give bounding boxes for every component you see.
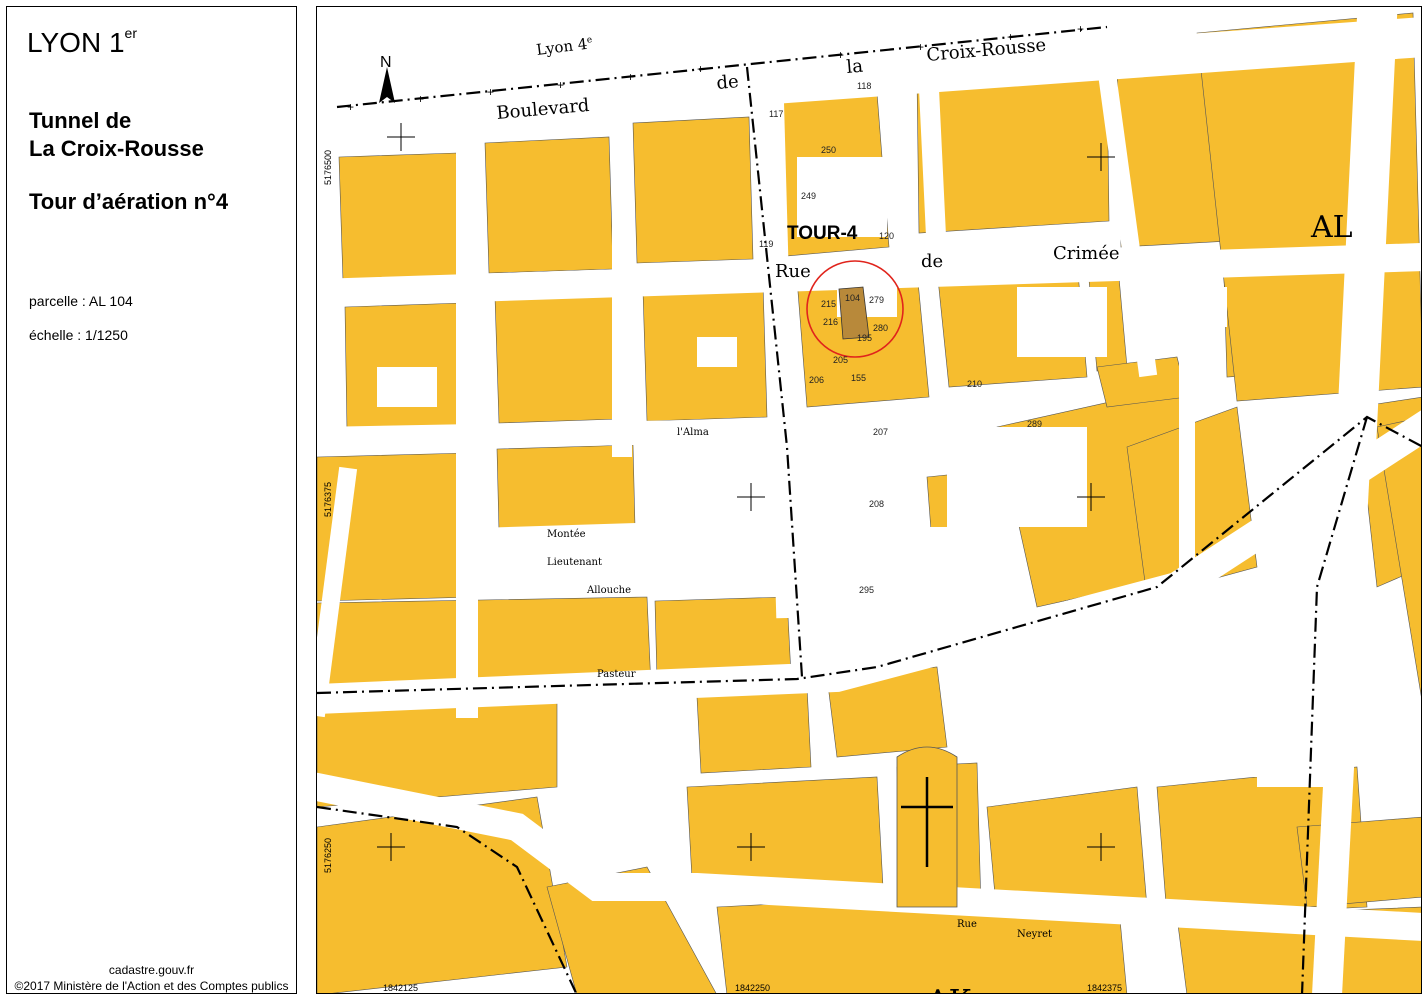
grid-label-x3: 1842375: [1087, 983, 1122, 993]
street-label-allouche: Allouche: [586, 585, 631, 596]
grid-label-x1: 1842125: [383, 983, 418, 993]
copyright-credit: ©2017 Ministère de l'Action et des Compt…: [14, 979, 289, 993]
street-label-pasteur: Pasteur: [597, 669, 636, 680]
parcel-number-195: 195: [857, 333, 872, 343]
parcel-number-119: 119: [759, 239, 773, 249]
city-title: LYON 1er: [27, 25, 137, 58]
parcel-number-289: 289: [1027, 419, 1042, 429]
grid-label-y2: 5176375: [323, 482, 333, 517]
svg-text:+: +: [487, 85, 494, 99]
svg-text:+: +: [697, 62, 704, 76]
parcel-info: parcelle : AL 104: [29, 293, 133, 309]
street-label-crimee: Crimée: [1053, 243, 1120, 264]
street-label-rue: Rue: [775, 261, 811, 282]
grid-label-y3: 5176250: [323, 838, 333, 873]
scale-info: échelle : 1/1250: [29, 327, 128, 343]
grid-label-y1: 5176500: [323, 150, 333, 185]
street-label-rue-neyret: Rue: [957, 919, 977, 930]
parcel-number-280: 280: [873, 323, 888, 333]
parcel-number-216: 216: [823, 317, 838, 327]
source-credit: cadastre.gouv.fr: [108, 963, 195, 977]
north-label: N: [380, 54, 392, 71]
section-label-al: AL: [1310, 210, 1353, 245]
parcel-number-120: 120: [879, 231, 894, 241]
svg-text:+: +: [1077, 22, 1084, 36]
street-label-la: la: [846, 56, 865, 78]
cadastral-map-canvas[interactable]: ++ + +++ ++++ N Lyon 4e Boulevard de la C…: [317, 7, 1422, 994]
street-label-lieutenant: Lieutenant: [547, 557, 602, 568]
parcel-number-250: 250: [821, 145, 836, 155]
parcel-number-249: 249: [801, 191, 816, 201]
svg-text:+: +: [557, 78, 564, 92]
parcel-number-155: 155: [851, 373, 866, 383]
svg-text:+: +: [837, 48, 844, 62]
parcel-number-215: 215: [821, 299, 836, 309]
parcel-number-295: 295: [859, 585, 874, 595]
street-label-de-crimee: de: [921, 251, 943, 272]
project-subtitle: Tour d’aération n°4: [29, 189, 229, 214]
church-symbol: [896, 746, 958, 908]
svg-text:+: +: [417, 92, 424, 106]
parcel-number-104: 104: [845, 293, 860, 303]
boundary-label: Lyon 4e: [535, 34, 593, 59]
map-legend-panel: LYON 1er Tunnel de La Croix-Rousse Tour …: [6, 6, 297, 994]
cadastral-map[interactable]: + + + + + + + + + + N Lyon 4e Boulevard de la C…: [316, 6, 1422, 994]
street-label-montee: Montée: [547, 529, 586, 540]
parcel-number-210: 210: [967, 379, 982, 389]
street-label-de: de: [716, 71, 740, 94]
grid-label-x2: 1842250: [735, 983, 770, 993]
parcel-number-117: 117: [769, 109, 783, 119]
parcel-number-208: 208: [869, 499, 884, 509]
parcel-number-205: 205: [833, 355, 848, 365]
svg-text:+: +: [917, 40, 924, 54]
parcel-number-206: 206: [809, 375, 824, 385]
parcel-number-279: 279: [869, 295, 884, 305]
svg-text:+: +: [627, 70, 634, 84]
project-title: Tunnel de La Croix-Rousse: [29, 108, 204, 161]
parcel-number-207: 207: [873, 427, 888, 437]
street-label-alma: l'Alma: [677, 427, 709, 438]
svg-text:+: +: [347, 100, 354, 114]
north-arrow: N: [379, 54, 395, 103]
section-label-ak: AK: [926, 984, 972, 994]
street-label-neyret: Neyret: [1017, 929, 1052, 940]
parcel-number-118: 118: [857, 81, 871, 91]
tower-label: TOUR-4: [787, 223, 858, 244]
